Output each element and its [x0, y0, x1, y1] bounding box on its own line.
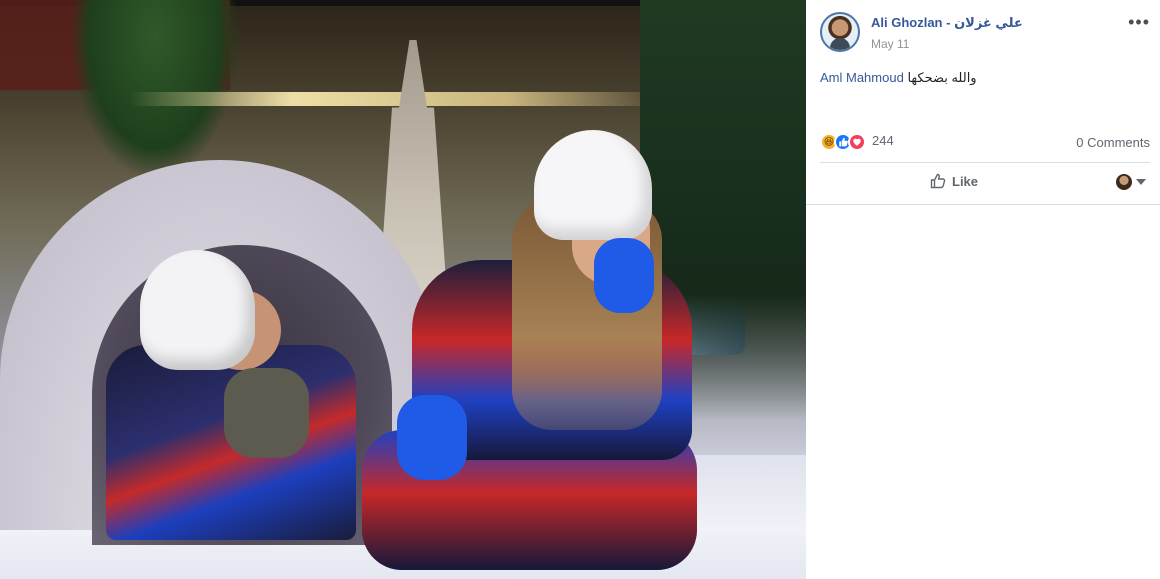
post-date-link[interactable]: May 11 — [871, 37, 909, 51]
reaction-icons[interactable]: 😆 — [820, 133, 876, 151]
post-caption: Aml Mahmoud والله بضحكها — [820, 70, 1150, 86]
man-gloves — [224, 368, 309, 458]
like-button[interactable]: Like — [930, 173, 978, 189]
user-mini-avatar — [1116, 174, 1132, 190]
caption-text: والله بضحكها — [907, 70, 977, 85]
reaction-count[interactable]: 244 — [872, 133, 894, 148]
woman-helmet — [534, 130, 652, 240]
photo-person-man — [106, 250, 356, 540]
post-photo[interactable] — [0, 0, 806, 579]
chevron-down-icon — [1136, 179, 1146, 185]
post-header: Ali Ghozlan - علي غزلان May 11 ••• — [820, 12, 1150, 56]
post-actions: Like — [820, 168, 1150, 198]
panel-bottom-divider — [806, 204, 1160, 205]
author-avatar[interactable] — [820, 12, 860, 52]
author-name-link[interactable]: Ali Ghozlan - علي غزلان — [871, 15, 1023, 31]
comments-count-link[interactable]: 0 Comments — [1076, 135, 1150, 150]
thumbs-up-icon — [930, 173, 946, 189]
like-button-label: Like — [952, 173, 979, 189]
photo-person-woman — [362, 130, 697, 570]
man-helmet — [140, 250, 255, 370]
woman-glove-left — [397, 395, 467, 480]
reactions-bar: 😆 244 0 Comments — [820, 131, 1150, 153]
love-reaction-icon — [848, 133, 866, 151]
post-side-panel: Ali Ghozlan - علي غزلان May 11 ••• Aml M… — [806, 0, 1160, 579]
react-as-selector[interactable] — [1116, 174, 1146, 190]
caption-mention-link[interactable]: Aml Mahmoud — [820, 70, 904, 85]
avatar-shirt — [830, 38, 850, 50]
woman-glove-right — [594, 238, 654, 313]
photo-bg-tree-left — [70, 0, 240, 180]
divider — [820, 162, 1150, 163]
more-options-icon[interactable]: ••• — [1128, 12, 1150, 33]
